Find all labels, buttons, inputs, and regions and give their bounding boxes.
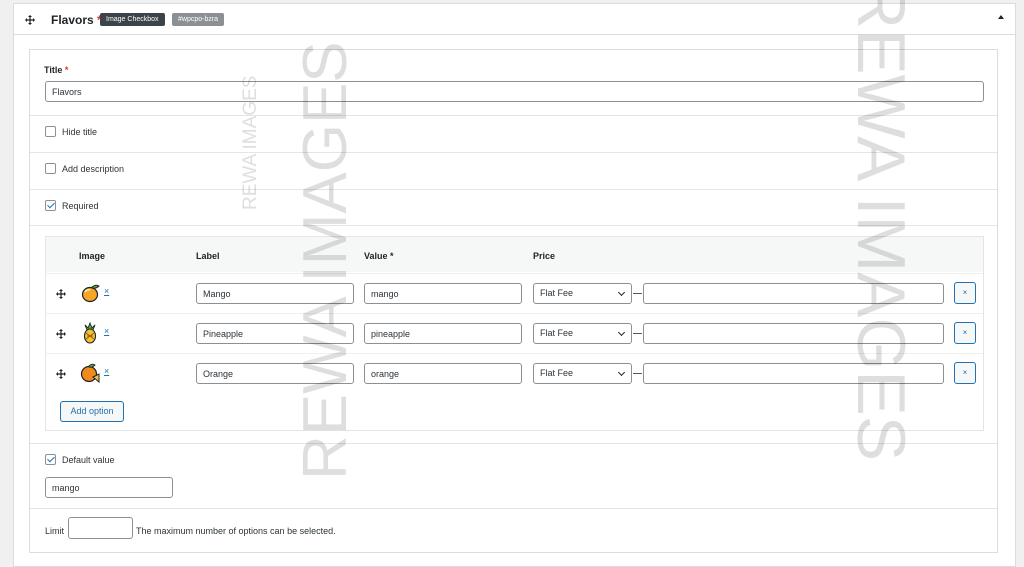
default-value-input[interactable]	[45, 477, 173, 498]
panel-title-text: Flavors	[51, 13, 94, 27]
id-badge: #wpcpo-bzra	[172, 13, 225, 26]
remove-image-link[interactable]: ×	[104, 326, 109, 336]
hide-title-label: Hide title	[62, 126, 98, 137]
chevron-down-icon	[617, 288, 626, 297]
option-label-input[interactable]	[196, 283, 354, 304]
drag-handle-icon[interactable]	[56, 329, 66, 339]
add-description-checkbox[interactable]	[45, 163, 56, 174]
collapse-arrow-icon[interactable]	[998, 15, 1004, 19]
option-row: × Flat Fee ×	[46, 353, 983, 393]
chevron-down-icon	[617, 368, 626, 377]
remove-option-button[interactable]: ×	[954, 282, 976, 304]
col-price: Price	[533, 251, 556, 261]
divider	[30, 152, 997, 153]
chevron-down-icon	[617, 328, 626, 337]
required-checkbox[interactable]	[45, 200, 56, 211]
move-icon[interactable]	[25, 15, 35, 25]
price-type-value: Flat Fee	[540, 368, 574, 378]
title-label-text: Title	[44, 65, 63, 75]
remove-image-link[interactable]: ×	[104, 286, 109, 296]
default-value-checkbox[interactable]	[45, 454, 56, 465]
hide-title-row[interactable]: Hide title	[45, 126, 97, 137]
remove-image-link[interactable]: ×	[104, 366, 109, 376]
options-header: Image Label Value * Price	[46, 237, 983, 272]
divider	[30, 115, 997, 116]
field-panel: Flavors * Image Checkbox #wpcpo-bzra Tit…	[13, 3, 1016, 567]
default-value-label: Default value	[62, 454, 115, 465]
required-row[interactable]: Required	[45, 200, 99, 211]
col-label: Label	[196, 251, 220, 261]
default-value-row[interactable]: Default value	[45, 454, 115, 465]
price-type-select[interactable]: Flat Fee	[533, 323, 632, 344]
field-settings: Title * Hide title Add description Requi…	[29, 49, 998, 553]
pineapple-icon[interactable]	[79, 322, 101, 344]
title-input[interactable]	[45, 81, 984, 102]
orange-icon[interactable]	[79, 362, 101, 384]
divider	[30, 189, 997, 190]
price-input[interactable]	[643, 323, 944, 344]
hide-title-checkbox[interactable]	[45, 126, 56, 137]
option-row: × Flat Fee ×	[46, 313, 983, 353]
dash-separator	[633, 333, 642, 334]
divider	[30, 225, 997, 226]
remove-option-button[interactable]: ×	[954, 322, 976, 344]
type-badge: Image Checkbox	[100, 13, 165, 26]
add-description-label: Add description	[62, 163, 125, 174]
option-row: × Flat Fee ×	[46, 273, 983, 313]
col-value: Value *	[364, 251, 394, 261]
title-label: Title *	[44, 65, 68, 75]
price-type-value: Flat Fee	[540, 328, 574, 338]
panel-header[interactable]: Flavors * Image Checkbox #wpcpo-bzra	[14, 4, 1015, 35]
option-label-input[interactable]	[196, 363, 354, 384]
mango-icon[interactable]	[79, 282, 101, 304]
price-type-select[interactable]: Flat Fee	[533, 283, 632, 304]
price-input[interactable]	[643, 363, 944, 384]
drag-handle-icon[interactable]	[56, 289, 66, 299]
divider	[30, 443, 997, 444]
option-value-input[interactable]	[364, 283, 522, 304]
price-input[interactable]	[643, 283, 944, 304]
option-label-input[interactable]	[196, 323, 354, 344]
add-option-button[interactable]: Add option	[60, 401, 124, 422]
option-value-input[interactable]	[364, 363, 522, 384]
drag-handle-icon[interactable]	[56, 369, 66, 379]
remove-option-button[interactable]: ×	[954, 362, 976, 384]
limit-label: Limit	[45, 526, 65, 536]
price-type-value: Flat Fee	[540, 288, 574, 298]
required-label: Required	[62, 200, 99, 211]
limit-help-text: The maximum number of options can be sel…	[136, 526, 336, 536]
add-description-row[interactable]: Add description	[45, 163, 124, 174]
dash-separator	[633, 373, 642, 374]
col-image: Image	[79, 251, 106, 261]
limit-input[interactable]	[68, 517, 133, 539]
divider	[30, 508, 997, 509]
options-table: Image Label Value * Price × F	[45, 236, 984, 431]
title-required-mark: *	[64, 65, 69, 75]
price-type-select[interactable]: Flat Fee	[533, 363, 632, 384]
option-value-input[interactable]	[364, 323, 522, 344]
panel-title: Flavors *	[51, 13, 102, 27]
dash-separator	[633, 293, 642, 294]
